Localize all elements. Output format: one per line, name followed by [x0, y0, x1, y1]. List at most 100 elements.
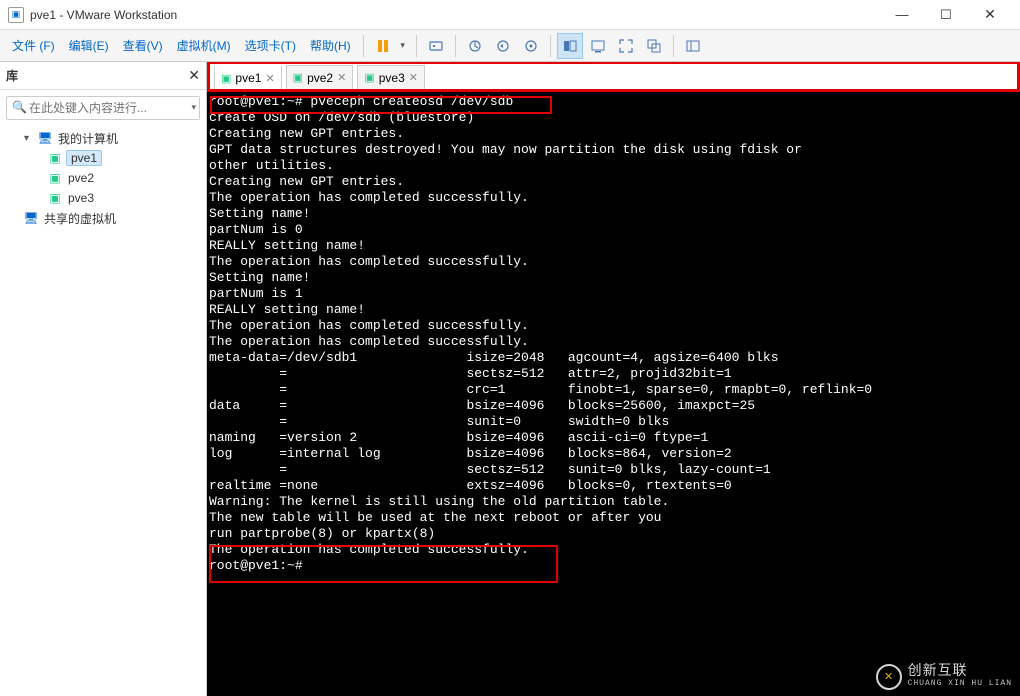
- terminal-line: run partprobe(8) or kpartx(8): [209, 526, 1020, 542]
- menu-file[interactable]: 文件 (F): [6, 33, 61, 58]
- pause-button[interactable]: [370, 33, 396, 59]
- terminal-line: = crc=1 finobt=1, sparse=0, rmapbt=0, re…: [209, 382, 1020, 398]
- content-area: ▣ pve1 ✕ ▣ pve2 ✕ ▣ pve3 ✕ root@pve1:~# …: [207, 62, 1020, 696]
- watermark: ✕ 创新互联 CHUANG XIN HU LIAN: [876, 664, 1012, 690]
- vm-tree: ▾ 🖥 我的计算机 ▣ pve1 ▣ pve2 ▣ pve3 🖥 共享的虚拟机: [0, 126, 206, 230]
- app-icon: ▣: [8, 7, 24, 23]
- tree-node-pve1[interactable]: ▣ pve1: [4, 148, 202, 168]
- library-toggle-icon[interactable]: [680, 33, 706, 59]
- workspace: 库 ✕ 🔍 ▾ ▾ 🖥 我的计算机 ▣ pve1 ▣ pve2: [0, 62, 1020, 696]
- terminal-line: root@pve1:~# pveceph createosd /dev/sdb: [209, 94, 1020, 110]
- tree-my-computer[interactable]: ▾ 🖥 我的计算机: [4, 128, 202, 148]
- tab-pve2[interactable]: ▣ pve2 ✕: [286, 65, 354, 89]
- watermark-text: 创新互联: [908, 665, 1012, 680]
- separator: [455, 35, 456, 57]
- terminal-line: Creating new GPT entries.: [209, 126, 1020, 142]
- sidebar-header: 库 ✕: [0, 62, 206, 90]
- search-input[interactable]: [6, 96, 200, 120]
- terminal-line: The operation has completed successfully…: [209, 190, 1020, 206]
- terminal-line: Setting name!: [209, 206, 1020, 222]
- minimize-button[interactable]: —: [880, 1, 924, 29]
- snapshot-manage-icon[interactable]: [518, 33, 544, 59]
- separator: [550, 35, 551, 57]
- terminal-line: = sunit=0 swidth=0 blks: [209, 414, 1020, 430]
- terminal-line: create OSD on /dev/sdb (bluestore): [209, 110, 1020, 126]
- tree-label: pve3: [66, 191, 96, 205]
- vm-icon: ▣: [364, 71, 374, 84]
- view-console-icon[interactable]: [585, 33, 611, 59]
- separator: [416, 35, 417, 57]
- terminal-line: naming =version 2 bsize=4096 ascii-ci=0 …: [209, 430, 1020, 446]
- tab-pve3[interactable]: ▣ pve3 ✕: [357, 65, 425, 89]
- tree-node-pve2[interactable]: ▣ pve2: [4, 168, 202, 188]
- terminal-line: REALLY setting name!: [209, 302, 1020, 318]
- menu-view[interactable]: 查看(V): [117, 33, 169, 58]
- pause-dropdown[interactable]: ▾: [396, 33, 410, 59]
- tabs-bar: ▣ pve1 ✕ ▣ pve2 ✕ ▣ pve3 ✕: [207, 62, 1020, 92]
- view-thumbnail-icon[interactable]: [557, 33, 583, 59]
- tree-label: 共享的虚拟机: [42, 210, 118, 227]
- vm-icon: ▣: [48, 191, 62, 205]
- terminal-line: data = bsize=4096 blocks=25600, imaxpct=…: [209, 398, 1020, 414]
- fullscreen-icon[interactable]: [613, 33, 639, 59]
- terminal-line: Setting name!: [209, 270, 1020, 286]
- menu-tabs[interactable]: 选项卡(T): [239, 33, 302, 58]
- separator: [363, 35, 364, 57]
- unity-icon[interactable]: [641, 33, 667, 59]
- tab-close-icon[interactable]: ✕: [337, 71, 346, 84]
- menu-help[interactable]: 帮助(H): [304, 33, 357, 58]
- menubar: 文件 (F) 编辑(E) 查看(V) 虚拟机(M) 选项卡(T) 帮助(H) ▾: [0, 30, 1020, 62]
- tab-label: pve3: [379, 71, 405, 85]
- computer-icon: 🖥: [38, 131, 52, 145]
- search-box: 🔍 ▾: [6, 96, 200, 120]
- titlebar: ▣ pve1 - VMware Workstation — ☐ ✕: [0, 0, 1020, 30]
- tree-node-pve3[interactable]: ▣ pve3: [4, 188, 202, 208]
- collapse-icon[interactable]: ▾: [24, 133, 34, 144]
- vm-icon: ▣: [48, 171, 62, 185]
- tab-close-icon[interactable]: ✕: [409, 71, 418, 84]
- tab-label: pve1: [235, 71, 261, 85]
- terminal[interactable]: root@pve1:~# pveceph createosd /dev/sdb …: [207, 92, 1020, 696]
- send-ctrl-alt-del-icon[interactable]: [423, 33, 449, 59]
- terminal-line: REALLY setting name!: [209, 238, 1020, 254]
- window-controls: — ☐ ✕: [880, 1, 1012, 29]
- terminal-line: = sectsz=512 sunit=0 blks, lazy-count=1: [209, 462, 1020, 478]
- tree-shared[interactable]: 🖥 共享的虚拟机: [4, 208, 202, 228]
- vm-icon: ▣: [48, 151, 62, 165]
- terminal-line: The operation has completed successfully…: [209, 542, 1020, 558]
- terminal-line: GPT data structures destroyed! You may n…: [209, 142, 1020, 158]
- menu-vm[interactable]: 虚拟机(M): [171, 33, 237, 58]
- terminal-line: root@pve1:~#: [209, 558, 1020, 574]
- terminal-line: log =internal log bsize=4096 blocks=864,…: [209, 446, 1020, 462]
- terminal-line: The operation has completed successfully…: [209, 318, 1020, 334]
- tree-label: pve1: [66, 150, 102, 166]
- maximize-button[interactable]: ☐: [924, 1, 968, 29]
- terminal-line: realtime =none extsz=4096 blocks=0, rtex…: [209, 478, 1020, 494]
- tree-label: pve2: [66, 171, 96, 185]
- terminal-line: Creating new GPT entries.: [209, 174, 1020, 190]
- terminal-line: Warning: The kernel is still using the o…: [209, 494, 1020, 510]
- tab-close-icon[interactable]: ✕: [265, 72, 274, 85]
- watermark-subtext: CHUANG XIN HU LIAN: [908, 680, 1012, 689]
- close-button[interactable]: ✕: [968, 1, 1012, 29]
- snapshot-icon[interactable]: [462, 33, 488, 59]
- terminal-line: other utilities.: [209, 158, 1020, 174]
- search-icon: 🔍: [12, 100, 27, 114]
- terminal-line: meta-data=/dev/sdb1 isize=2048 agcount=4…: [209, 350, 1020, 366]
- search-dropdown-icon[interactable]: ▾: [191, 102, 196, 113]
- sidebar-close-icon[interactable]: ✕: [188, 67, 200, 84]
- terminal-line: The operation has completed successfully…: [209, 334, 1020, 350]
- vm-icon: ▣: [221, 72, 231, 85]
- terminal-line: partNum is 0: [209, 222, 1020, 238]
- separator: [673, 35, 674, 57]
- menu-edit[interactable]: 编辑(E): [63, 33, 115, 58]
- snapshot-revert-icon[interactable]: [490, 33, 516, 59]
- sidebar-title: 库: [6, 67, 188, 84]
- terminal-line: = sectsz=512 attr=2, projid32bit=1: [209, 366, 1020, 382]
- terminal-line: The new table will be used at the next r…: [209, 510, 1020, 526]
- vm-icon: ▣: [293, 71, 303, 84]
- terminal-line: The operation has completed successfully…: [209, 254, 1020, 270]
- terminal-line: partNum is 1: [209, 286, 1020, 302]
- window-title: pve1 - VMware Workstation: [30, 8, 177, 22]
- tab-pve1[interactable]: ▣ pve1 ✕: [214, 65, 282, 89]
